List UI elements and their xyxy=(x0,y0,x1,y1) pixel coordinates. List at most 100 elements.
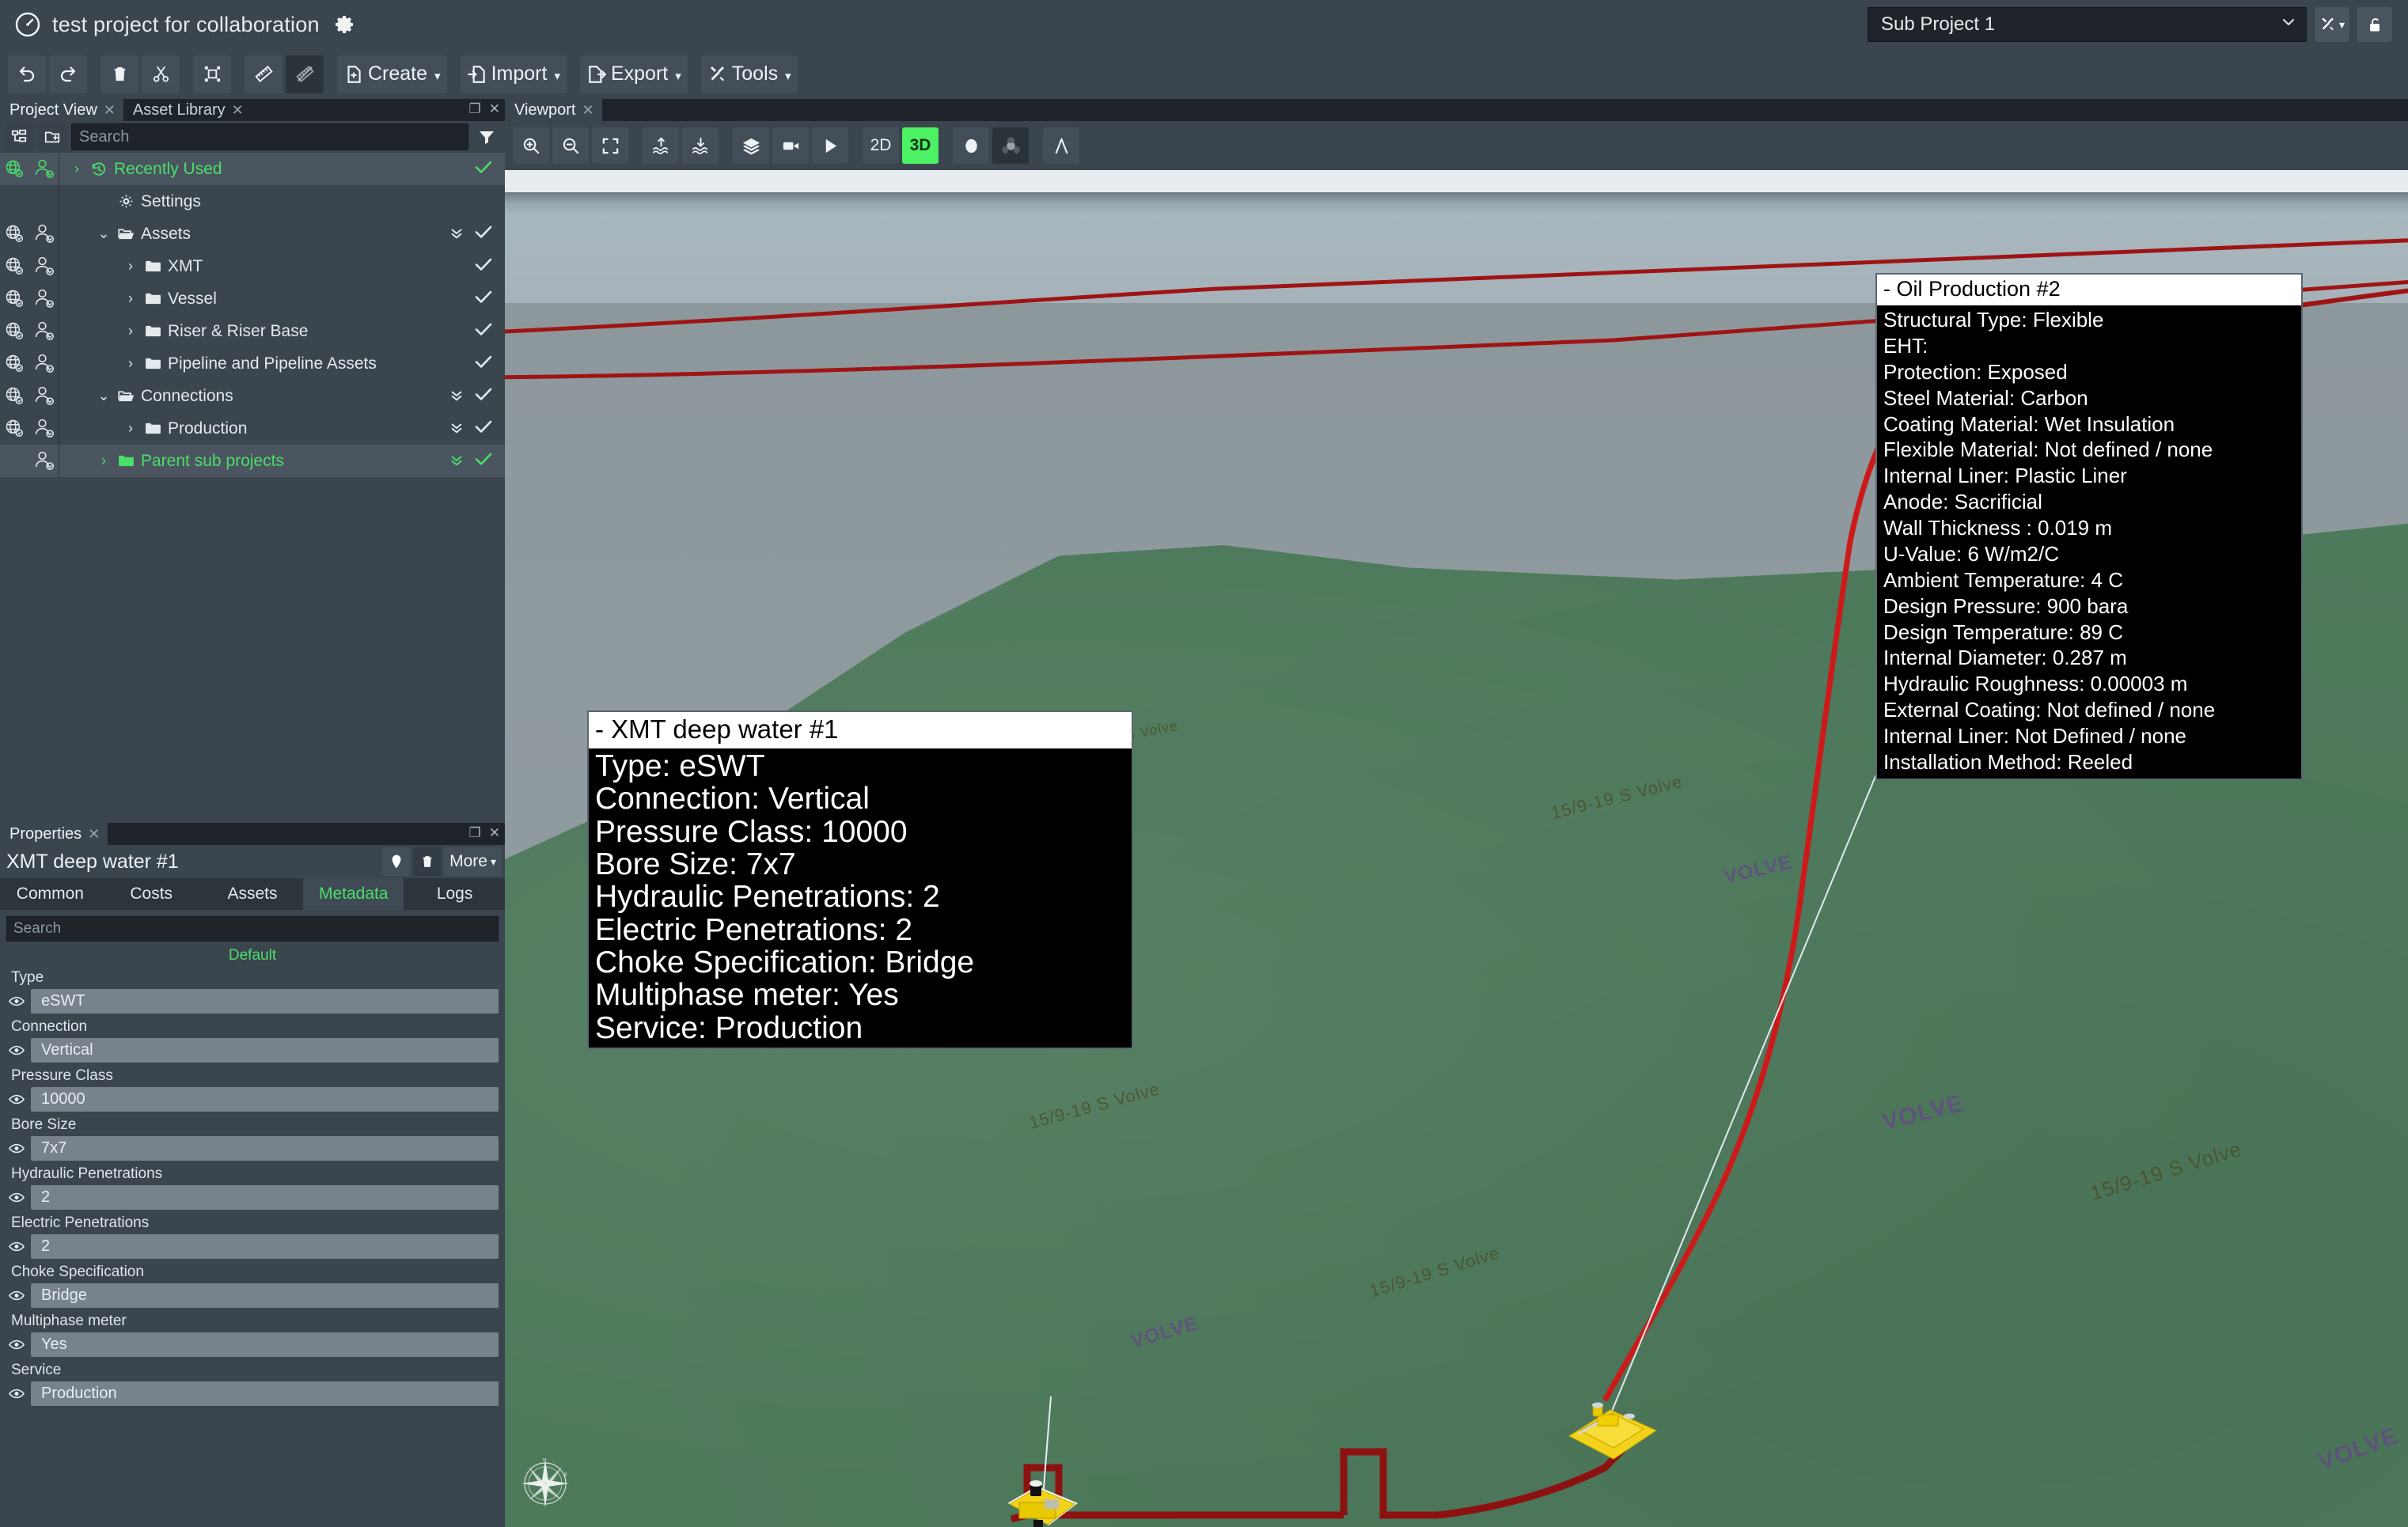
eye-icon[interactable] xyxy=(8,1143,25,1154)
chevron-right-icon[interactable]: › xyxy=(123,420,138,437)
sphere-icon[interactable] xyxy=(953,127,989,164)
visibility-check-icon[interactable] xyxy=(475,419,492,438)
restore-icon[interactable]: ❐ xyxy=(469,101,481,117)
tree-row-body[interactable]: › XMT xyxy=(59,257,505,276)
expand-all-icon[interactable] xyxy=(449,421,464,436)
view-2d-button[interactable]: 2D xyxy=(863,127,899,164)
visibility-globe-icon[interactable] xyxy=(2,350,28,377)
field-value[interactable]: Yes xyxy=(31,1332,499,1357)
eye-icon[interactable] xyxy=(8,1094,25,1105)
tree-row-body[interactable]: › Recently Used xyxy=(59,160,505,179)
tab-assets[interactable]: Assets xyxy=(202,878,304,910)
expand-all-icon[interactable] xyxy=(449,226,464,241)
field-value[interactable]: 7x7 xyxy=(31,1136,499,1161)
expand-all-icon[interactable] xyxy=(449,453,464,468)
gear-icon[interactable] xyxy=(332,13,356,36)
tree-item-xmt[interactable]: › XMT xyxy=(0,250,505,282)
expand-all-icon[interactable] xyxy=(449,388,464,404)
fit-to-screen-icon[interactable] xyxy=(592,127,628,164)
visibility-check-icon[interactable] xyxy=(475,160,492,179)
cut-button[interactable] xyxy=(142,55,180,93)
tab-project-view[interactable]: Project View ✕ xyxy=(0,99,123,121)
xmt-deep-water-1-model[interactable] xyxy=(995,1476,1090,1527)
restore-icon[interactable]: ❐ xyxy=(469,825,481,841)
ownership-person-icon[interactable] xyxy=(32,156,59,183)
tree-row-body[interactable]: ⌄ Connections xyxy=(59,387,505,406)
subproject-select[interactable]: Sub Project 1 xyxy=(1868,7,2307,42)
tree-item-riser-riser-base[interactable]: › Riser & Riser Base xyxy=(0,315,505,347)
visibility-globe-icon[interactable] xyxy=(2,156,28,183)
field-value[interactable]: Bridge xyxy=(31,1283,499,1308)
field-value[interactable]: eSWT xyxy=(31,989,499,1014)
visibility-check-icon[interactable] xyxy=(475,452,492,471)
ownership-person-icon[interactable] xyxy=(32,415,59,442)
angle-icon[interactable] xyxy=(1043,127,1079,164)
chevron-right-icon[interactable]: › xyxy=(123,355,138,372)
manifold-model[interactable] xyxy=(1561,1392,1664,1468)
eye-icon[interactable] xyxy=(8,1241,25,1252)
tools-dropdown-button[interactable]: ▾ xyxy=(2315,7,2349,42)
tab-metadata[interactable]: Metadata xyxy=(303,878,405,910)
tree-item-recently-used[interactable]: › Recently Used xyxy=(0,153,505,185)
ownership-person-icon[interactable] xyxy=(32,253,59,280)
tree-item-pipeline-and-pipeline-assets[interactable]: › Pipeline and Pipeline Assets xyxy=(0,347,505,380)
new-folder-icon[interactable] xyxy=(38,123,66,150)
tab-properties[interactable]: Properties ✕ xyxy=(0,823,108,845)
visibility-check-icon[interactable] xyxy=(475,387,492,406)
create-button[interactable]: Create ▾ xyxy=(337,55,447,93)
ownership-person-icon[interactable] xyxy=(32,350,59,377)
raise-water-icon[interactable] xyxy=(643,127,679,164)
play-icon[interactable] xyxy=(812,127,848,164)
eye-icon[interactable] xyxy=(8,996,25,1006)
group-select-button[interactable] xyxy=(193,55,231,93)
trash-icon[interactable] xyxy=(413,847,442,876)
close-icon[interactable]: ✕ xyxy=(232,103,244,117)
visibility-globe-icon[interactable] xyxy=(2,383,28,410)
redo-button[interactable] xyxy=(49,55,87,93)
close-icon[interactable]: ✕ xyxy=(104,103,116,117)
tab-common[interactable]: Common xyxy=(0,878,101,910)
ownership-person-icon[interactable] xyxy=(32,448,59,475)
filter-icon[interactable] xyxy=(473,123,500,150)
layers-icon[interactable] xyxy=(733,127,769,164)
properties-search-input[interactable]: Search xyxy=(6,916,499,942)
view-3d-button[interactable]: 3D xyxy=(902,127,939,164)
undo-button[interactable] xyxy=(8,55,46,93)
tree-item-connections[interactable]: ⌄ Connections xyxy=(0,380,505,412)
tree-row-body[interactable]: › Vessel xyxy=(59,290,505,309)
field-value[interactable]: 2 xyxy=(31,1234,499,1259)
chevron-right-icon[interactable]: › xyxy=(70,161,84,177)
tree-item-parent-sub-projects[interactable]: › Parent sub projects xyxy=(0,445,505,477)
ownership-person-icon[interactable] xyxy=(32,221,59,248)
ownership-person-icon[interactable] xyxy=(32,318,59,345)
tools-button[interactable]: Tools ▾ xyxy=(700,55,798,93)
tree-row-body[interactable]: ⌄ Assets xyxy=(59,225,505,244)
measure-button[interactable] xyxy=(245,55,283,93)
tab-asset-library[interactable]: Asset Library ✕ xyxy=(123,99,252,121)
rotate-icon[interactable] xyxy=(992,127,1029,164)
export-button[interactable]: Export ▾ xyxy=(579,55,688,93)
tree-item-production[interactable]: › Production xyxy=(0,412,505,445)
chevron-right-icon[interactable]: › xyxy=(123,290,138,307)
visibility-check-icon[interactable] xyxy=(475,290,492,309)
tree-item-vessel[interactable]: › Vessel xyxy=(0,282,505,315)
more-button[interactable]: More ▾ xyxy=(444,847,502,876)
import-button[interactable]: Import ▾ xyxy=(460,55,567,93)
field-value[interactable]: Production xyxy=(31,1381,499,1406)
tree-row-body[interactable]: › Riser & Riser Base xyxy=(59,322,505,341)
chevron-right-icon[interactable]: › xyxy=(97,453,111,469)
tree-item-assets[interactable]: ⌄ Assets xyxy=(0,218,505,250)
chevron-down-icon[interactable]: ⌄ xyxy=(97,225,111,242)
ownership-person-icon[interactable] xyxy=(32,383,59,410)
close-icon[interactable]: ✕ xyxy=(88,827,100,841)
visibility-globe-icon[interactable] xyxy=(2,286,28,313)
search-input[interactable] xyxy=(71,123,468,150)
eye-icon[interactable] xyxy=(8,1045,25,1055)
field-value[interactable]: 10000 xyxy=(31,1087,499,1112)
delete-button[interactable] xyxy=(100,55,138,93)
field-value[interactable]: 2 xyxy=(31,1185,499,1210)
eye-icon[interactable] xyxy=(8,1389,25,1399)
lock-button[interactable] xyxy=(2357,7,2392,42)
visibility-globe-icon[interactable] xyxy=(2,253,28,280)
tab-logs[interactable]: Logs xyxy=(404,878,505,910)
